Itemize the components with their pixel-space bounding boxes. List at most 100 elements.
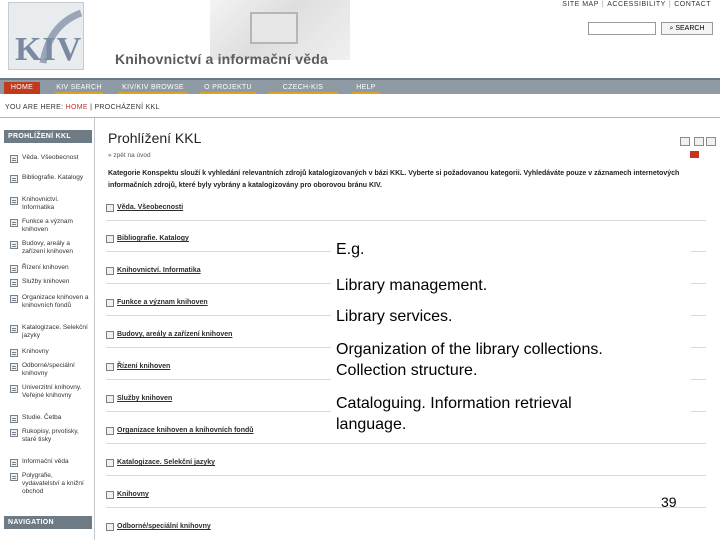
category-link[interactable]: Bibliografie. Katalogy	[106, 235, 189, 243]
contact-link[interactable]: CONTACT	[674, 1, 711, 8]
sidebar-item[interactable]: Rukopisy, prvotisky, staré tisky	[4, 428, 92, 444]
breadcrumb: YOU ARE HERE: HOME | PROCHÁZENÍ KKL	[5, 104, 160, 111]
document-icon	[10, 349, 18, 357]
document-icon	[106, 395, 114, 403]
language-flag-icon[interactable]	[690, 151, 699, 158]
computer-image	[250, 12, 298, 44]
document-icon	[106, 427, 114, 435]
page-title: Prohlížení KKL	[108, 130, 202, 146]
overlay-line: Collection structure.	[336, 362, 478, 379]
category-link[interactable]: Budovy, areály a zařízení knihoven	[106, 331, 232, 339]
back-link[interactable]: « zpět na úvod	[108, 152, 151, 159]
slide-page-number: 39	[661, 494, 677, 510]
document-icon	[106, 459, 114, 467]
category-divider	[106, 443, 706, 444]
navigation-heading: NAVIGATION	[4, 516, 92, 529]
category-link[interactable]: Organizace knihoven a knihovních fondů	[106, 427, 254, 435]
sidebar-item[interactable]: Odborné/speciální knihovny	[4, 362, 92, 378]
document-icon	[10, 459, 18, 467]
category-divider	[106, 507, 706, 508]
overlay-line: Organization of the library collections.	[336, 341, 603, 358]
sidebar-item[interactable]: Katalogizace. Selekční jazyky	[4, 324, 92, 340]
breadcrumb-home[interactable]: HOME	[66, 104, 88, 111]
sidebar: PROHLÍŽENÍ KKL Věda. Všeobecnost Bibliog…	[0, 118, 95, 540]
document-icon	[106, 491, 114, 499]
document-icon	[10, 363, 18, 371]
sidebar-heading: PROHLÍŽENÍ KKL	[4, 130, 92, 143]
document-icon	[106, 299, 114, 307]
category-link[interactable]: Funkce a význam knihoven	[106, 299, 208, 307]
overlay-line: E.g.	[336, 241, 365, 258]
tab-help[interactable]: HELP	[352, 82, 380, 94]
category-divider	[106, 220, 706, 221]
document-icon	[10, 175, 18, 183]
overlay-line: language.	[336, 416, 407, 433]
search-button[interactable]: ⌕ SEARCH	[661, 22, 713, 35]
sidebar-item[interactable]: Organizace knihoven a knihovních fondů	[4, 294, 92, 310]
document-icon	[10, 385, 18, 393]
document-icon	[106, 204, 114, 212]
sidebar-item[interactable]: Věda. Všeobecnost	[4, 154, 92, 163]
search-button-label: SEARCH	[675, 25, 705, 32]
document-icon	[106, 267, 114, 275]
category-link[interactable]: Řízení knihoven	[106, 363, 170, 371]
category-link[interactable]: Odborné/speciální knihovny	[106, 523, 211, 531]
sidebar-item[interactable]: Služby knihoven	[4, 278, 92, 287]
breadcrumb-separator: |	[90, 104, 93, 111]
document-icon	[106, 363, 114, 371]
tab-home[interactable]: HOME	[4, 82, 40, 94]
sidebar-item[interactable]: Polygrafie, vydavatelství a knižní obcho…	[4, 472, 92, 496]
document-icon	[10, 265, 18, 273]
sidebar-item[interactable]: Univerzitní knihovny. Veřejné knihovny	[4, 384, 92, 400]
sidebar-item[interactable]: Řízení knihoven	[4, 264, 92, 273]
bookmark-icon[interactable]	[706, 137, 716, 146]
document-icon	[10, 197, 18, 205]
document-icon	[10, 473, 18, 481]
site-header: KIV Knihovnictví a informační věda SITE …	[0, 0, 720, 78]
tab-kiv-browse[interactable]: KIV/KIV BROWSE	[118, 82, 188, 94]
category-link[interactable]: Katalogizace. Selekční jazyky	[106, 459, 215, 467]
kiv-logo[interactable]: KIV	[8, 2, 84, 70]
breadcrumb-divider	[0, 117, 720, 118]
sidebar-item[interactable]: Informační věda	[4, 458, 92, 467]
site-title: Knihovnictví a informační věda	[115, 51, 328, 67]
document-icon	[10, 241, 18, 249]
sidebar-item[interactable]: Bibliografie. Katalogy	[4, 174, 92, 183]
accessibility-link[interactable]: ACCESSIBILITY	[607, 1, 666, 8]
document-icon	[10, 219, 18, 227]
sidebar-item[interactable]: Knihovny	[4, 348, 92, 357]
main-nav: HOME KIV SEARCH KIV/KIV BROWSE O PROJEKT…	[0, 78, 720, 103]
document-icon	[10, 429, 18, 437]
tab-o-projektu[interactable]: O PROJEKTU	[200, 82, 256, 94]
sidebar-item[interactable]: Studie. Četba	[4, 414, 92, 423]
category-divider	[106, 475, 706, 476]
document-icon	[10, 155, 18, 163]
tab-czech-kis-portal[interactable]: CZECH-KIS PORTAL	[268, 82, 338, 103]
document-icon	[10, 325, 18, 333]
document-icon	[10, 415, 18, 423]
intro-text: Kategorie Konspektu slouží k vyhledání r…	[108, 170, 680, 189]
sidebar-item[interactable]: Knihovnictví. Informatika	[4, 196, 92, 212]
document-icon	[106, 523, 114, 531]
document-icon	[10, 295, 18, 303]
overlay-line: Library management.	[336, 277, 488, 294]
document-icon	[10, 279, 18, 287]
category-link[interactable]: Knihovny	[106, 491, 149, 499]
sidebar-item[interactable]: Budovy, areály a zařízení knihoven	[4, 240, 92, 256]
breadcrumb-prefix: YOU ARE HERE:	[5, 104, 64, 111]
print-icon[interactable]	[680, 137, 690, 146]
tab-kiv-search[interactable]: KIV SEARCH	[55, 82, 103, 94]
utility-links: SITE MAP | ACCESSIBILITY | CONTACT	[562, 1, 711, 8]
overlay-line: Library services.	[336, 308, 453, 325]
category-link[interactable]: Věda. Všeobecnosti	[106, 204, 183, 212]
overlay-line: Cataloguing. Information retrieval	[336, 395, 572, 412]
email-icon[interactable]	[694, 137, 704, 146]
category-link[interactable]: Knihovnictví. Informatika	[106, 267, 201, 275]
breadcrumb-current: PROCHÁZENÍ KKL	[94, 104, 160, 111]
site-map-link[interactable]: SITE MAP	[562, 1, 599, 8]
search-input[interactable]	[588, 22, 656, 35]
document-icon	[106, 235, 114, 243]
document-icon	[106, 331, 114, 339]
sidebar-item[interactable]: Funkce a význam knihoven	[4, 218, 92, 234]
category-link[interactable]: Služby knihoven	[106, 395, 172, 403]
